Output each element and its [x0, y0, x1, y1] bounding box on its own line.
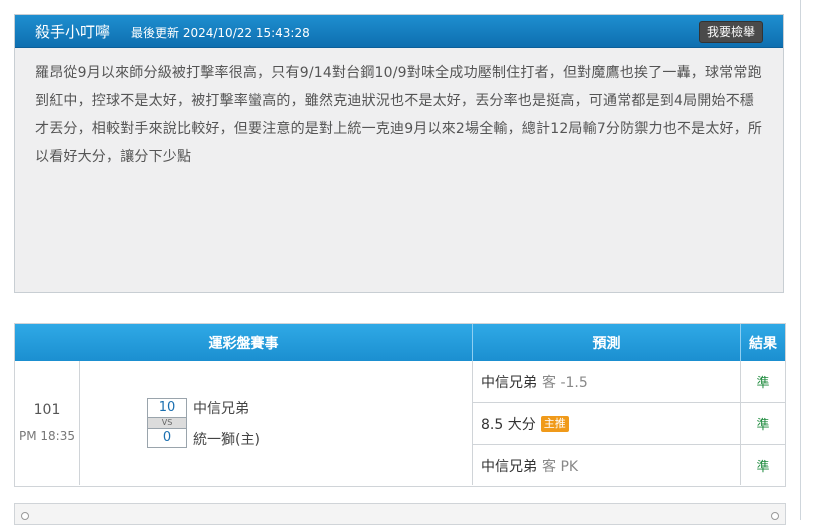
- away-team[interactable]: 中信兄弟: [193, 398, 249, 418]
- prediction-line: 客 PK: [542, 458, 579, 475]
- prediction-row: 中信兄弟 客 PK: [473, 445, 740, 486]
- report-button[interactable]: 我要檢舉: [698, 21, 763, 43]
- prediction-row: 中信兄弟 客 -1.5: [473, 361, 740, 403]
- header-event: 運彩盤賽事: [15, 324, 473, 361]
- game-number: 101: [33, 402, 61, 418]
- updated-label: 最後更新: [131, 26, 180, 40]
- result-cell: 準 準 準: [741, 361, 785, 485]
- featured-pick-badge: 主推: [540, 415, 569, 432]
- next-section-header: [14, 503, 786, 525]
- author-name[interactable]: 殺手小叮嚀: [35, 21, 110, 42]
- prediction-table: 運彩盤賽事 預測 結果 101 PM 18:35 10 VS 0 中信兄弟 統一…: [14, 323, 786, 487]
- away-score: 10: [147, 398, 187, 418]
- post-card: 殺手小叮嚀 最後更新 2024/10/22 15:43:28 我要檢舉 羅昂從9…: [14, 14, 784, 293]
- corner-dot-icon: [771, 512, 779, 520]
- header-prediction: 預測: [473, 324, 741, 361]
- table-row: 101 PM 18:35 10 VS 0 中信兄弟 統一獅(主) 中信兄弟 客 …: [15, 361, 785, 485]
- game-info-cell: 101 PM 18:35: [15, 361, 80, 485]
- updated-time: 2024/10/22 15:43:28: [182, 26, 310, 40]
- matchup-cell: 10 VS 0 中信兄弟 統一獅(主): [80, 361, 473, 485]
- home-team[interactable]: 統一獅(主): [193, 429, 260, 449]
- prediction-pick: 8.5 大分: [481, 416, 536, 433]
- post-header: 殺手小叮嚀 最後更新 2024/10/22 15:43:28 我要檢舉: [15, 15, 783, 48]
- prediction-line: 客 -1.5: [542, 374, 588, 391]
- prediction-row: 8.5 大分 主推: [473, 403, 740, 445]
- prediction-cell: 中信兄弟 客 -1.5 8.5 大分 主推 中信兄弟 客 PK: [473, 361, 741, 485]
- prediction-pick: 中信兄弟: [481, 374, 537, 391]
- home-score: 0: [147, 428, 187, 448]
- vs-label: VS: [147, 418, 187, 428]
- prediction-pick: 中信兄弟: [481, 458, 537, 475]
- result-value: 準: [756, 460, 770, 475]
- result-value: 準: [741, 361, 785, 403]
- game-time: PM 18:35: [19, 429, 75, 443]
- page-right-border: [800, 0, 801, 520]
- table-header: 運彩盤賽事 預測 結果: [15, 324, 785, 361]
- result-value: 準: [741, 403, 785, 445]
- post-content: 羅昂從9月以來師分級被打擊率很高，只有9/14對台鋼10/9對味全成功壓制住打者…: [35, 65, 763, 165]
- last-updated: 最後更新 2024/10/22 15:43:28: [131, 24, 310, 41]
- header-result: 結果: [749, 335, 777, 352]
- corner-dot-icon: [21, 512, 29, 520]
